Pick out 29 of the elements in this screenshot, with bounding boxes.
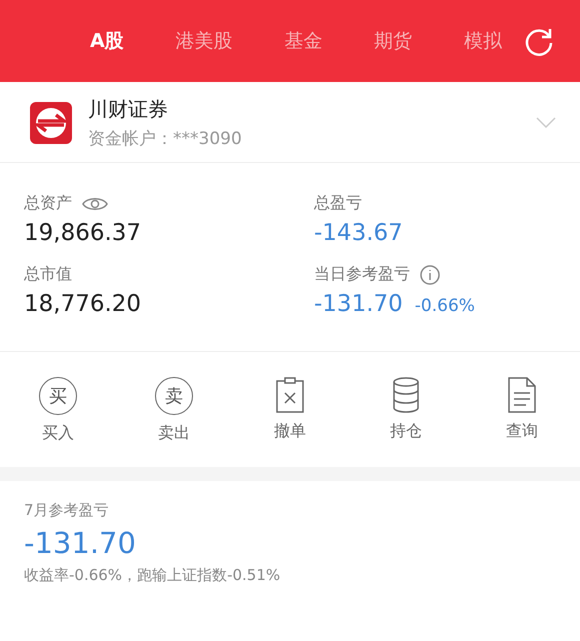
return-summary: 收益率-0.66%，跑输上证指数-0.51% (24, 566, 282, 585)
stat-value: -143.67 (314, 220, 403, 246)
stat-value: -131.70 (314, 291, 403, 317)
stat-label: 总盈亏 (314, 193, 362, 214)
stat-value: 19,866.37 (24, 220, 142, 246)
month-value: -131.70 (24, 526, 137, 560)
info-icon[interactable] (420, 264, 440, 284)
database-icon (392, 377, 420, 413)
action-button[interactable]: 撤单 (232, 376, 348, 445)
month-title: 7月参考盈亏 (24, 501, 110, 520)
action-circle-icon: 卖 (155, 377, 193, 415)
eye-icon[interactable] (82, 196, 108, 212)
broker-name: 川财证券 (88, 96, 169, 123)
document-icon (508, 377, 536, 413)
account-number: 资金帐户：***3090 (88, 128, 243, 150)
action-button[interactable]: 查询 (464, 376, 580, 445)
stat-percent: -0.66% (414, 296, 475, 316)
refresh-icon[interactable] (524, 26, 554, 56)
broker-logo (30, 102, 72, 144)
action-button[interactable]: 持仓 (348, 376, 464, 445)
stat-label: 当日参考盈亏 (314, 264, 410, 285)
action-button[interactable]: 买 买入 (0, 376, 116, 445)
action-button[interactable]: 卖 卖出 (116, 376, 232, 445)
action-circle-icon: 买 (39, 377, 77, 415)
market-tab[interactable]: A股 (88, 24, 126, 58)
stat-value: 18,776.20 (24, 291, 142, 317)
stat-label: 总市值 (24, 264, 72, 285)
stat-label: 总资产 (24, 193, 72, 214)
clipboard-x-icon (276, 377, 304, 413)
